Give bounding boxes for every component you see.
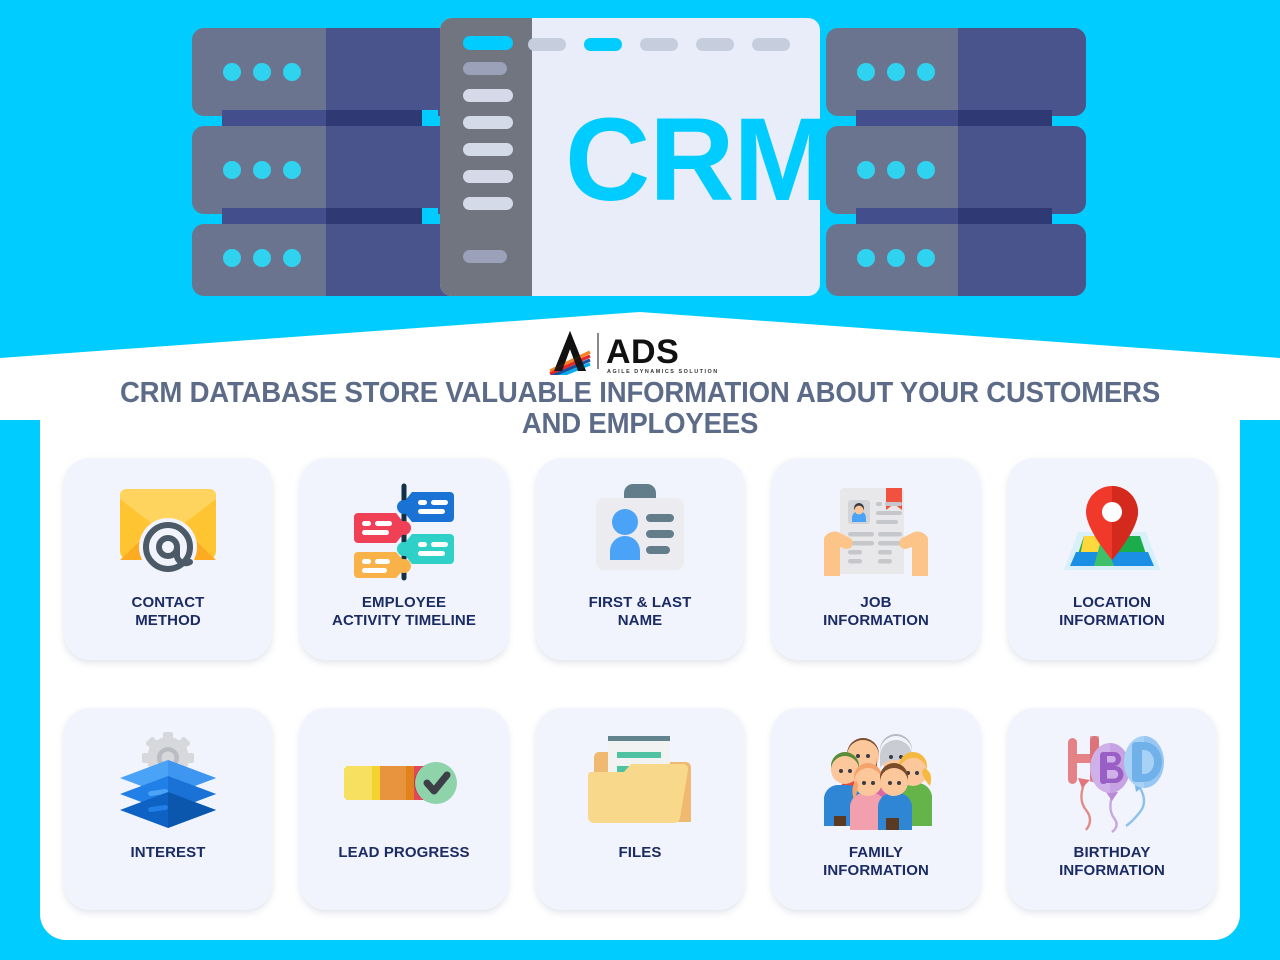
folder-document-icon bbox=[578, 726, 702, 838]
map-pin-icon bbox=[1050, 476, 1174, 588]
crm-nav-pill-3 bbox=[640, 38, 678, 51]
logo-tagline: AGILE DYNAMICS SOLUTIONS bbox=[607, 369, 718, 375]
resume-hands-icon bbox=[814, 476, 938, 588]
logo-wordmark: ADS bbox=[606, 333, 679, 371]
card-label: EMPLOYEE ACTIVITY TIMELINE bbox=[332, 594, 476, 629]
card-job-information[interactable]: JOB INFORMATION bbox=[772, 458, 980, 660]
ads-logo: ADS AGILE DYNAMICS SOLUTIONS bbox=[549, 331, 718, 375]
id-badge-icon bbox=[578, 476, 702, 588]
feature-card-grid: CONTACT METHOD EMPLOYEE ACTIVITY TIMELIN… bbox=[64, 458, 1216, 910]
card-label: FIRST & LAST NAME bbox=[588, 594, 692, 629]
card-contact-method[interactable]: CONTACT METHOD bbox=[64, 458, 272, 660]
card-lead-progress[interactable]: LEAD PROGRESS bbox=[300, 708, 508, 910]
timeline-tags-icon bbox=[342, 476, 466, 588]
card-family-information[interactable]: FAMILY INFORMATION bbox=[772, 708, 980, 910]
card-files[interactable]: FILES bbox=[536, 708, 744, 910]
crm-nav-pill-2-active bbox=[584, 38, 622, 51]
server-rack-left bbox=[192, 28, 460, 296]
card-label: INTEREST bbox=[130, 844, 206, 861]
card-label: FAMILY INFORMATION bbox=[823, 844, 929, 879]
hbd-balloons-icon bbox=[1050, 726, 1174, 838]
progress-check-icon bbox=[342, 726, 466, 838]
envelope-at-icon bbox=[106, 476, 230, 588]
crm-nav-pill-4 bbox=[696, 38, 734, 51]
card-interest[interactable]: INTEREST bbox=[64, 708, 272, 910]
infographic-canvas: CRM ADS AGILE DYNAMICS SOLUTIONS CRM DAT… bbox=[0, 0, 1280, 960]
card-label: FILES bbox=[618, 844, 662, 861]
card-label: CONTACT METHOD bbox=[131, 594, 205, 629]
card-label: JOB INFORMATION bbox=[823, 594, 929, 629]
crm-server-illustration: CRM bbox=[192, 18, 1086, 296]
card-first-last-name[interactable]: FIRST & LAST NAME bbox=[536, 458, 744, 660]
layers-gear-icon bbox=[106, 726, 230, 838]
sidebar-item-active bbox=[463, 36, 513, 50]
crm-nav-pill-1 bbox=[528, 38, 566, 51]
crm-wordmark: CRM bbox=[565, 94, 831, 226]
server-rack-right bbox=[826, 28, 1086, 296]
crm-nav-pill-5 bbox=[752, 38, 790, 51]
family-group-icon bbox=[814, 726, 938, 838]
crm-window: CRM bbox=[440, 18, 832, 296]
card-location-information[interactable]: LOCATION INFORMATION bbox=[1008, 458, 1216, 660]
card-label: LOCATION INFORMATION bbox=[1059, 594, 1165, 629]
card-employee-activity-timeline[interactable]: EMPLOYEE ACTIVITY TIMELINE bbox=[300, 458, 508, 660]
page-title: CRM DATABASE STORE VALUABLE INFORMATION … bbox=[119, 377, 1161, 440]
card-label: BIRTHDAY INFORMATION bbox=[1059, 844, 1165, 879]
ads-a-mark-icon bbox=[549, 331, 591, 375]
card-birthday-information[interactable]: BIRTHDAY INFORMATION bbox=[1008, 708, 1216, 910]
card-label: LEAD PROGRESS bbox=[338, 844, 470, 861]
